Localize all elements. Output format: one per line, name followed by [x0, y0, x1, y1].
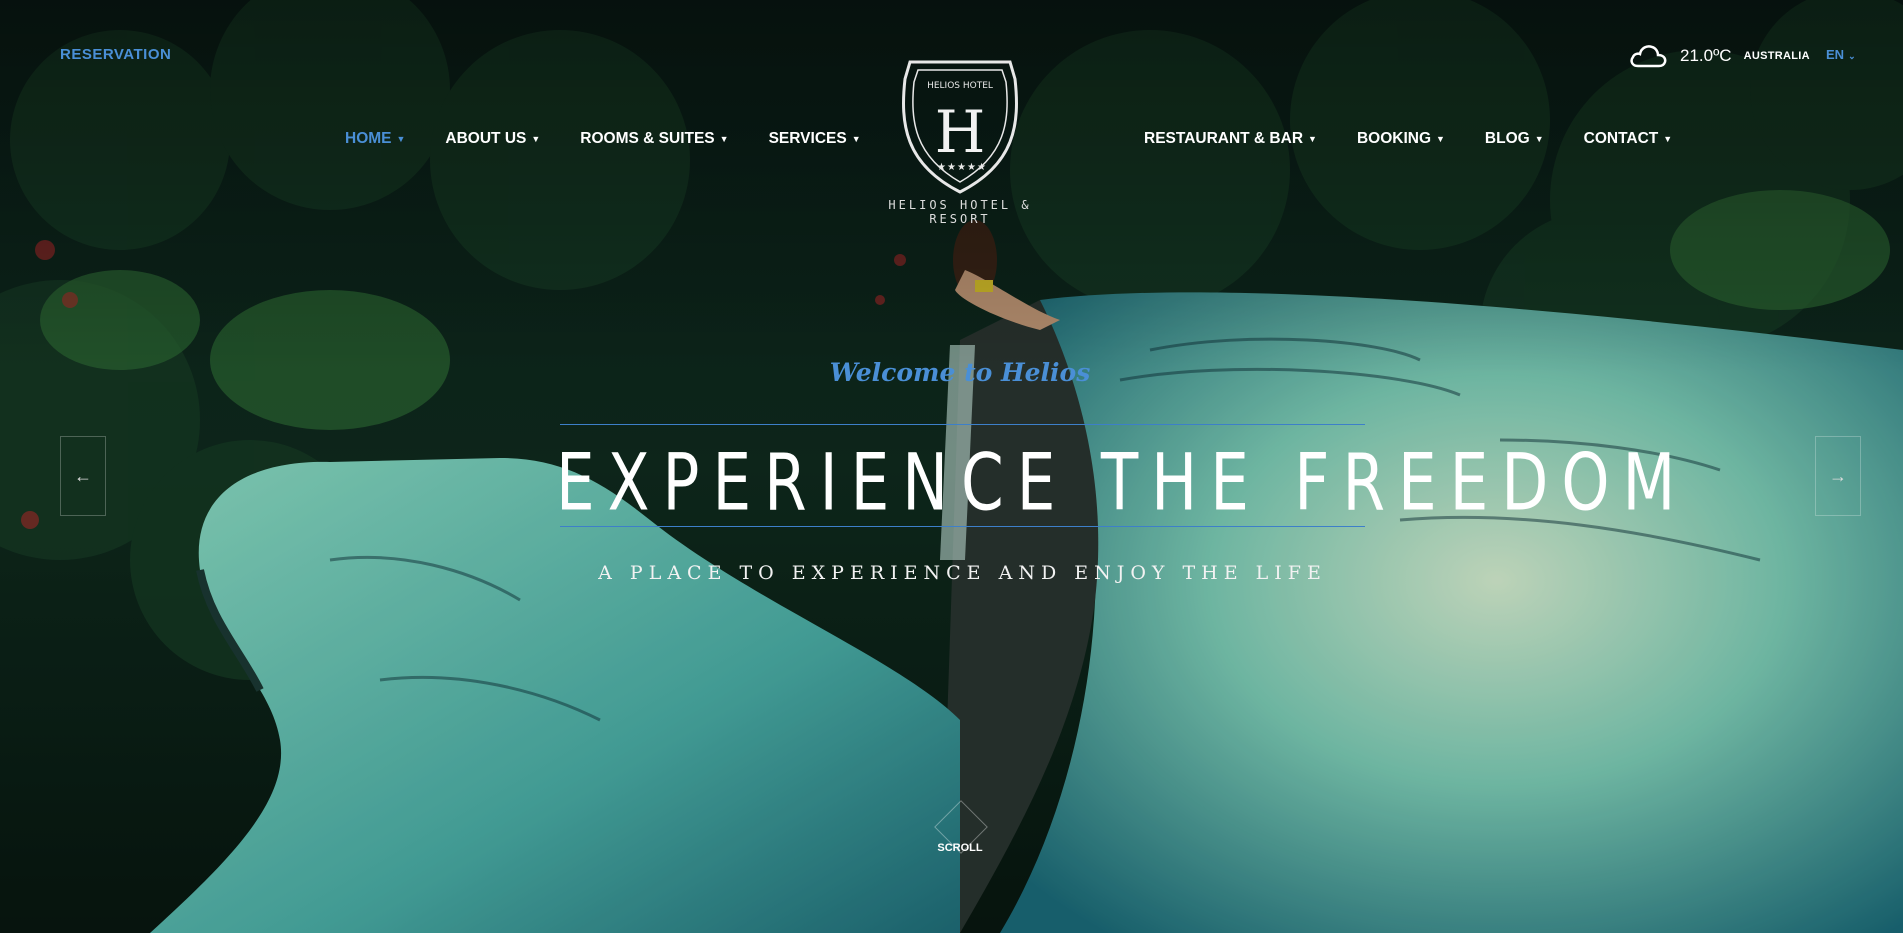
svg-text:★: ★: [967, 162, 976, 173]
arrow-left-icon: ←: [74, 465, 92, 486]
nav-item-home[interactable]: HOME ▼: [345, 130, 405, 148]
cloud-icon: [1630, 45, 1667, 68]
chevron-down-icon: ⌄: [1848, 51, 1856, 61]
nav-item-label: BLOG: [1484, 130, 1530, 147]
weather-temperature: 21.0ºC: [1680, 46, 1732, 65]
hero-slider: RESERVATION HOME ▼ ABOUT US ▼ ROOMS & SUIT…: [0, 0, 1903, 933]
caret-down-icon: ▼: [1534, 134, 1544, 144]
nav-item-about-us[interactable]: ABOUT US ▼: [445, 130, 540, 148]
hero-divider-bottom: [560, 526, 1365, 527]
logo-letter: H: [935, 98, 986, 166]
logo-badge-text: HELIOS HOTEL: [927, 81, 993, 91]
caret-down-icon: ▼: [1436, 134, 1445, 144]
helios-logo[interactable]: HELIOS HOTEL H ★ ★ ★ ★ ★: [880, 44, 1040, 224]
svg-text:★: ★: [957, 162, 966, 173]
caret-down-icon: ▼: [396, 134, 406, 144]
svg-text:★: ★: [937, 162, 946, 173]
hero-subline: A PLACE TO EXPERIENCE AND ENJOY THE LIFE: [598, 562, 1327, 584]
language-selected: EN: [1826, 47, 1845, 62]
caret-down-icon: ▼: [531, 134, 541, 144]
nav-item-restaurant-bar[interactable]: RESTAURANT & BAR ▼: [1144, 130, 1317, 148]
nav-item-services[interactable]: SERVICES ▼: [769, 130, 861, 148]
hero-headline: EXPERIENCE THE FREEDOM: [556, 438, 1689, 529]
nav-item-label: ROOMS & SUITES: [580, 130, 715, 147]
weather-location: AUSTRALIA: [1743, 50, 1810, 62]
nav-item-blog[interactable]: BLOG ▼: [1485, 130, 1544, 148]
caret-down-icon: ▼: [719, 134, 729, 144]
logo-hotel-name: HELIOS HOTEL & RESORT: [888, 198, 1032, 226]
nav-item-rooms-suites[interactable]: ROOMS & SUITES ▼: [580, 130, 728, 148]
nav-item-label: RESTAURANT & BAR: [1144, 130, 1304, 147]
caret-down-icon: ▼: [1663, 134, 1673, 144]
nav-item-label: HOME: [345, 130, 392, 147]
nav-item-contact[interactable]: CONTACT ▼: [1584, 130, 1673, 148]
reservation-link[interactable]: RESERVATION: [60, 46, 171, 63]
caret-down-icon: ▼: [1308, 134, 1317, 144]
nav-item-label: BOOKING: [1356, 130, 1431, 147]
main-nav-right: RESTAURANT & BAR ▼ BOOKING ▼ BLOG ▼ CONTACT…: [1144, 130, 1672, 148]
weather-widget: 21.0ºC AUSTRALIA: [1628, 42, 1810, 70]
nav-item-booking[interactable]: BOOKING ▼: [1357, 130, 1445, 148]
scroll-down-button[interactable]: SCROLL: [930, 842, 990, 854]
caret-down-icon: ▼: [851, 134, 861, 144]
nav-item-label: CONTACT: [1583, 130, 1659, 147]
main-nav-left: HOME ▼ ABOUT US ▼ ROOMS & SUITES ▼ SERVICES…: [345, 130, 861, 148]
logo-stars-icon: ★ ★ ★ ★ ★: [937, 162, 986, 173]
hero-welcome: Welcome to Helios: [829, 358, 1091, 387]
nav-item-label: ABOUT US: [445, 130, 527, 147]
hero-divider-top: [560, 424, 1365, 425]
slider-prev-button[interactable]: ←: [60, 436, 106, 516]
svg-text:★: ★: [977, 162, 986, 173]
nav-item-label: SERVICES: [768, 130, 847, 147]
svg-text:★: ★: [947, 162, 956, 173]
arrow-right-icon: →: [1829, 465, 1847, 486]
language-selector[interactable]: EN ⌄: [1826, 47, 1856, 62]
slider-next-button[interactable]: →: [1815, 436, 1861, 516]
